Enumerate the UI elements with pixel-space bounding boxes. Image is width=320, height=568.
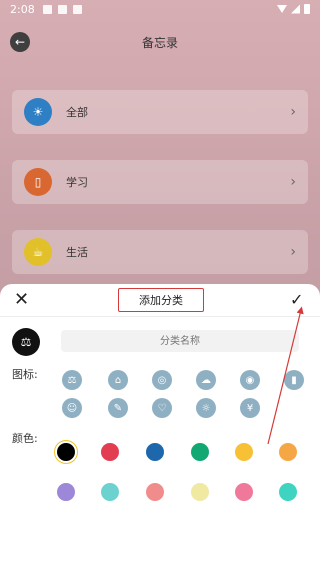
pencil-icon[interactable]: ✎ xyxy=(108,398,128,418)
heart-icon[interactable]: ♡ xyxy=(152,398,172,418)
download-icon xyxy=(57,4,67,14)
selected-icon-preview: ⚖ xyxy=(12,328,40,356)
teapot-icon[interactable]: ◉ xyxy=(240,370,260,390)
color-swatch-green[interactable] xyxy=(191,443,209,461)
phone-icon[interactable]: ▮ xyxy=(284,370,304,390)
category-label: 学习 xyxy=(66,176,88,189)
compass-icon[interactable]: ◎ xyxy=(152,370,172,390)
category-card-study[interactable]: ▯ 学习 › xyxy=(12,160,308,204)
category-label: 全部 xyxy=(66,106,88,119)
category-label: 生活 xyxy=(66,246,88,259)
color-swatch-red[interactable] xyxy=(101,443,119,461)
icon-picker-grid: ⚖ ⌂ ◎ ☁ ◉ ▮ ☺ ✎ ♡ ☼ ¥ xyxy=(62,370,304,430)
colors-label: 颜色: xyxy=(12,432,38,445)
color-swatch-teal[interactable] xyxy=(279,483,297,501)
cloud-icon[interactable]: ☁ xyxy=(196,370,216,390)
color-swatch-orange[interactable] xyxy=(279,443,297,461)
category-card-all[interactable]: ☀ 全部 › xyxy=(12,90,308,134)
page-title: 备忘录 xyxy=(141,35,178,50)
color-swatch-light-yellow[interactable] xyxy=(191,483,209,501)
book-icon: ▯ xyxy=(24,168,52,196)
color-swatch-cyan[interactable] xyxy=(101,483,119,501)
lightbulb-icon: ☀ xyxy=(24,98,52,126)
image-icon xyxy=(42,4,52,14)
color-swatch-pink[interactable] xyxy=(235,483,253,501)
color-swatch-black[interactable] xyxy=(57,443,75,461)
color-swatch-blue[interactable] xyxy=(146,443,164,461)
status-system-icons xyxy=(277,4,310,14)
chevron-right-icon: › xyxy=(290,104,296,120)
status-notification-icons xyxy=(42,4,82,14)
sheet-title: 添加分类 xyxy=(118,288,204,312)
status-time: 2:08 xyxy=(10,2,35,16)
signal-icon xyxy=(291,4,300,14)
graduation-cap-icon[interactable]: ⌂ xyxy=(108,370,128,390)
back-arrow-icon[interactable]: ← xyxy=(10,32,30,52)
icons-label: 图标: xyxy=(12,368,38,381)
color-swatch-purple[interactable] xyxy=(57,483,75,501)
coffee-icon: ☕ xyxy=(24,238,52,266)
notification-icon xyxy=(72,4,82,14)
app-header: ← 备忘录 xyxy=(0,28,320,56)
category-card-life[interactable]: ☕ 生活 › xyxy=(12,230,308,274)
scale-icon[interactable]: ⚖ xyxy=(62,370,82,390)
confirm-check-icon[interactable]: ✓ xyxy=(290,290,308,309)
chevron-right-icon: › xyxy=(290,244,296,260)
lightbulb-icon[interactable]: ☼ xyxy=(196,398,216,418)
person-icon[interactable]: ☺ xyxy=(62,398,82,418)
sheet-divider xyxy=(0,316,320,317)
close-icon[interactable]: ✕ xyxy=(14,291,30,309)
chevron-right-icon: › xyxy=(290,174,296,190)
category-name-input[interactable] xyxy=(61,330,299,352)
color-swatch-salmon[interactable] xyxy=(146,483,164,501)
wifi-icon xyxy=(277,5,287,13)
money-icon[interactable]: ¥ xyxy=(240,398,260,418)
color-swatch-yellow[interactable] xyxy=(235,443,253,461)
status-bar: 2:08 xyxy=(0,0,320,18)
battery-icon xyxy=(304,4,310,14)
